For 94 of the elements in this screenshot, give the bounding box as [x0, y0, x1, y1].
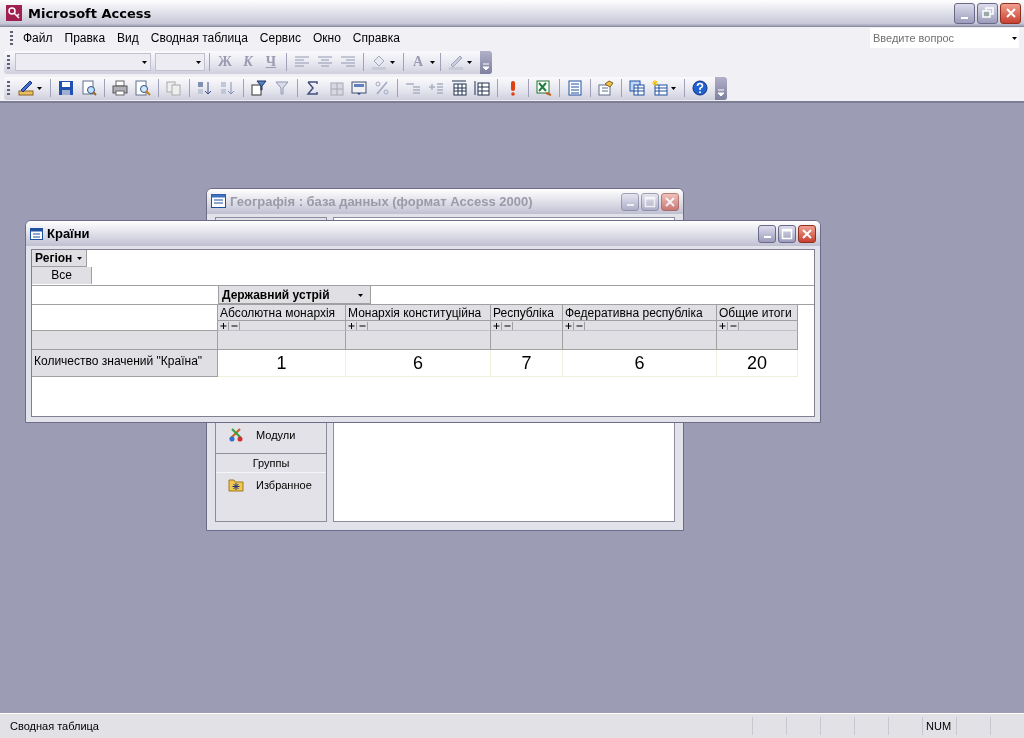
spreadsheet-icon: [536, 80, 552, 96]
magnifier-page-icon: [81, 80, 97, 96]
percent-icon: [374, 80, 390, 96]
minimize-icon: [961, 16, 968, 19]
sort-descending-icon: [220, 80, 236, 96]
grid-plus-icon: [328, 80, 344, 96]
sigma-icon: [305, 80, 321, 96]
toolbar-options-button[interactable]: [480, 50, 492, 74]
page-magnifier-icon: [135, 80, 151, 96]
printer-icon: [112, 80, 128, 96]
minimize-icon: [763, 235, 771, 238]
filter-field-button[interactable]: Регіон: [32, 250, 88, 267]
database-window-icon: [211, 193, 227, 210]
tools-icon: [228, 427, 244, 443]
new-table-icon: [652, 80, 668, 96]
caret-icon: [429, 59, 436, 65]
menu-item[interactable]: Справка: [346, 29, 406, 47]
close-icon: [1003, 6, 1018, 20]
window-title: Географія : база данных (формат Access 2000): [230, 194, 534, 209]
paint-bucket-icon: [371, 54, 387, 70]
menu-item[interactable]: Правка: [58, 29, 112, 47]
minimize-button[interactable]: [621, 192, 639, 211]
pencil-ruler-icon: [18, 80, 34, 96]
close-icon: [663, 194, 677, 209]
filter-value[interactable]: Все: [32, 267, 92, 284]
list-icon: [567, 80, 583, 96]
minimize-icon: [626, 203, 634, 206]
outdent-lines-icon: [405, 80, 421, 96]
form-icon: [30, 226, 44, 241]
column-field-button[interactable]: Державний устрій: [218, 286, 371, 304]
group-item[interactable]: Избранное: [216, 473, 326, 497]
table-cell: 7: [491, 350, 563, 377]
funnel-icon: [274, 80, 290, 96]
column-header[interactable]: Общие итоги: [717, 305, 798, 321]
font-field[interactable]: [15, 53, 151, 71]
brush-line-icon: [448, 54, 464, 70]
table-cell: 6: [346, 350, 491, 377]
caret-icon: [76, 255, 84, 261]
caret-icon: [389, 59, 396, 65]
column-header[interactable]: Республіка: [491, 305, 563, 321]
restore-icon: [980, 6, 995, 20]
indent-lines-icon: [428, 80, 444, 96]
key-icon: [6, 5, 22, 21]
menu-item[interactable]: Вид: [111, 29, 145, 47]
column-header[interactable]: Федеративна республіка: [563, 305, 717, 321]
close-button[interactable]: [661, 192, 679, 211]
caret-icon: [141, 59, 148, 65]
close-button[interactable]: [798, 224, 816, 243]
groups-header[interactable]: Группы: [216, 453, 326, 473]
column-header[interactable]: Монархія конституційна: [346, 305, 491, 321]
help-search-field[interactable]: Введите вопрос: [870, 28, 1019, 48]
sort-ascending-icon: [197, 80, 213, 96]
window-title: Країни: [47, 226, 91, 241]
status-text: Сводная таблица: [10, 720, 100, 732]
table-cell: 6: [563, 350, 717, 377]
restore-button[interactable]: [977, 2, 998, 24]
tables-icon: [629, 80, 645, 96]
align-left-icon: [294, 54, 310, 70]
status-indicator: NUM: [922, 717, 956, 735]
caret-icon: [195, 59, 202, 65]
menu-item[interactable]: Сервис: [253, 29, 307, 47]
row-header: Количество значений "Країна": [32, 350, 218, 377]
column-header[interactable]: Абсолютна монархія: [218, 305, 346, 321]
close-button[interactable]: [1000, 2, 1021, 24]
maximize-button[interactable]: [778, 224, 796, 243]
menu-item[interactable]: Сводная таблица: [144, 29, 254, 47]
object-item[interactable]: Модули: [216, 423, 326, 447]
caret-icon: [670, 85, 677, 91]
table-cell: 20: [717, 350, 798, 377]
window-title: Microsoft Access: [28, 5, 153, 21]
close-icon: [800, 226, 814, 241]
caret-icon: [1011, 35, 1018, 41]
minimize-button[interactable]: [758, 224, 776, 243]
funnel-list-icon: [251, 80, 267, 96]
maximize-icon: [643, 194, 657, 209]
table-cell: 1: [218, 350, 346, 377]
maximize-button[interactable]: [641, 192, 659, 211]
align-right-icon: [340, 54, 356, 70]
calculator-icon: [351, 80, 367, 96]
caret-icon: [36, 85, 43, 91]
menu-item[interactable]: Файл: [17, 29, 59, 47]
toolbar-options-button[interactable]: [715, 76, 727, 100]
caret-icon: [357, 291, 364, 298]
help-icon: [692, 80, 708, 96]
chevron-icon: [717, 88, 725, 97]
maximize-icon: [780, 226, 794, 241]
chevron-icon: [482, 62, 490, 71]
copy-icon: [166, 80, 182, 96]
caret-icon: [466, 59, 473, 65]
align-center-icon: [317, 54, 333, 70]
star-folder-icon: [228, 477, 244, 493]
font-size-field[interactable]: [155, 53, 205, 71]
menu-item[interactable]: Окно: [306, 29, 347, 47]
minimize-button[interactable]: [954, 2, 975, 24]
